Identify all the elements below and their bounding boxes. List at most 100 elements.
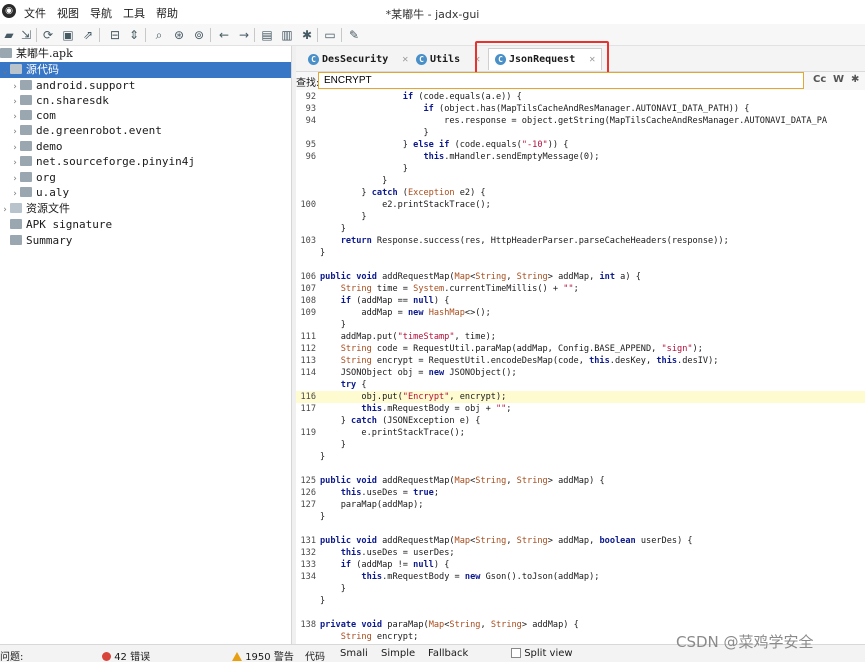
code-text: String encrypt = RequestUtil.encodeDesMa… bbox=[340, 356, 719, 366]
code-line[interactable]: 103 return Response.success(res, HttpHea… bbox=[296, 235, 865, 247]
code-line[interactable]: } catch (Exception e2) { bbox=[296, 187, 865, 199]
tab-desecurity[interactable]: C DesSecurity ✕ bbox=[302, 48, 414, 70]
code-line[interactable]: 127 paraMap(addMap); bbox=[296, 499, 865, 511]
flatten-icon[interactable]: ⊟ bbox=[107, 27, 123, 43]
tree-item-signature[interactable]: APK signature bbox=[0, 217, 291, 233]
code-line[interactable]: } bbox=[296, 451, 865, 463]
tree-item-package[interactable]: › u.aly bbox=[0, 185, 291, 202]
warning-count[interactable]: 1950 警告 bbox=[232, 648, 294, 662]
find-usage-icon[interactable]: ⊚ bbox=[191, 27, 207, 43]
tree-item-source[interactable]: ⌄ 源代码 bbox=[0, 62, 291, 79]
code-text: addMap = new HashMap<>(); bbox=[320, 308, 491, 318]
code-line[interactable]: 132 this.useDes = userDes; bbox=[296, 547, 865, 559]
code-line[interactable]: } bbox=[296, 595, 865, 607]
code-line[interactable]: } bbox=[296, 439, 865, 451]
code-line[interactable]: 114 JSONObject obj = new JSONObject(); bbox=[296, 367, 865, 379]
code-line[interactable]: } bbox=[296, 583, 865, 595]
match-case-toggle[interactable]: Cc bbox=[813, 74, 826, 85]
code-line[interactable] bbox=[296, 463, 865, 475]
split-view-toggle[interactable]: Split view bbox=[511, 648, 573, 659]
tree-item-package[interactable]: › de.greenrobot.event bbox=[0, 123, 291, 140]
sync-icon[interactable]: ⟳ bbox=[40, 27, 56, 43]
close-icon[interactable]: ✕ bbox=[402, 54, 408, 65]
tree-item-package[interactable]: › org bbox=[0, 170, 291, 186]
code-line[interactable]: 131 public void addRequestMap(Map<String,… bbox=[296, 535, 865, 547]
save-all-icon[interactable]: ⇲ bbox=[18, 27, 34, 43]
code-line[interactable]: 93 if (object.has(MapTilsCacheAndResMana… bbox=[296, 103, 865, 115]
code-line[interactable]: 100 e2.printStackTrace(); bbox=[296, 199, 865, 211]
code-line[interactable]: } bbox=[296, 247, 865, 259]
code-line[interactable]: try { bbox=[296, 379, 865, 391]
code-line[interactable]: } catch (JSONException e) { bbox=[296, 415, 865, 427]
chevron-right-icon[interactable]: › bbox=[10, 124, 20, 140]
search-icon[interactable]: ⌕ bbox=[151, 27, 167, 43]
checkbox[interactable] bbox=[511, 648, 521, 658]
code-line[interactable]: 108 if (addMap == null) { bbox=[296, 295, 865, 307]
code-line[interactable]: } bbox=[296, 211, 865, 223]
code-line[interactable]: 95 } else if (code.equals("-10")) { bbox=[296, 139, 865, 151]
tree-item-package[interactable]: › demo bbox=[0, 139, 291, 155]
chevron-right-icon[interactable]: › bbox=[0, 202, 10, 218]
code-line[interactable]: 111 addMap.put("timeStamp", time); bbox=[296, 331, 865, 343]
view-tab-code[interactable]: 代码 bbox=[305, 648, 325, 662]
tree-item-package[interactable]: › com bbox=[0, 108, 291, 124]
warning-count-label: 1950 警告 bbox=[245, 652, 294, 662]
view-tab-fallback[interactable]: Fallback bbox=[428, 648, 468, 659]
tree-item-summary[interactable]: Summary bbox=[0, 233, 291, 249]
tree-item-resources[interactable]: › 资源文件 bbox=[0, 201, 291, 218]
code-line[interactable]: 138 private void paraMap(Map<String, Stri… bbox=[296, 619, 865, 631]
chevron-right-icon[interactable]: › bbox=[10, 186, 20, 202]
open-icon[interactable]: ▰ bbox=[1, 27, 17, 43]
code-line[interactable]: } bbox=[296, 127, 865, 139]
expand-icon[interactable]: ⇕ bbox=[126, 27, 142, 43]
tree-item-package[interactable]: › cn.sharesdk bbox=[0, 93, 291, 109]
code-line[interactable]: 94 res.response = object.getString(MapTi… bbox=[296, 115, 865, 127]
line-number: 96 bbox=[305, 152, 316, 162]
code-line[interactable]: 117 this.mRequestBody = obj + ""; bbox=[296, 403, 865, 415]
code-line[interactable]: 107 String time = System.currentTimeMill… bbox=[296, 283, 865, 295]
deobfuscation-icon[interactable]: ▤ bbox=[259, 27, 275, 43]
code-line[interactable] bbox=[296, 259, 865, 271]
tree-item-package[interactable]: › net.sourceforge.pinyin4j bbox=[0, 154, 291, 171]
code-line[interactable] bbox=[296, 523, 865, 535]
regex-toggle[interactable]: ✱ bbox=[851, 74, 859, 85]
code-line[interactable]: 134 this.mRequestBody = new Gson().toJso… bbox=[296, 571, 865, 583]
back-icon[interactable]: ← bbox=[216, 27, 232, 43]
code-line[interactable]: 133 if (addMap != null) { bbox=[296, 559, 865, 571]
code-line[interactable]: 119 e.printStackTrace(); bbox=[296, 427, 865, 439]
whole-word-toggle[interactable]: W bbox=[833, 74, 844, 85]
preferences-icon[interactable]: ▭ bbox=[322, 27, 338, 43]
chevron-down-icon[interactable]: ⌄ bbox=[0, 63, 10, 79]
code-editor[interactable]: 92 if (code.equals(a.e)) {93 if (object.… bbox=[296, 90, 865, 644]
search-input[interactable] bbox=[318, 72, 804, 89]
code-line[interactable] bbox=[296, 607, 865, 619]
code-line[interactable]: 106 public void addRequestMap(Map<String,… bbox=[296, 271, 865, 283]
chevron-right-icon[interactable]: › bbox=[10, 155, 20, 171]
code-line[interactable]: } bbox=[296, 223, 865, 235]
code-line[interactable]: } bbox=[296, 163, 865, 175]
code-line[interactable]: 92 if (code.equals(a.e)) { bbox=[296, 91, 865, 103]
code-line[interactable]: 113 String encrypt = RequestUtil.encodeD… bbox=[296, 355, 865, 367]
forward-icon[interactable]: → bbox=[236, 27, 252, 43]
code-line[interactable]: 126 this.useDes = true; bbox=[296, 487, 865, 499]
code-line[interactable]: 96 this.mHandler.sendEmptyMessage(0); bbox=[296, 151, 865, 163]
code-line[interactable]: 109 addMap = new HashMap<>(); bbox=[296, 307, 865, 319]
find-class-icon[interactable]: ⊛ bbox=[171, 27, 187, 43]
tree-root[interactable]: 某嘟牛.apk bbox=[0, 46, 291, 62]
code-line[interactable]: 125 public void addRequestMap(Map<String,… bbox=[296, 475, 865, 487]
code-line[interactable]: 112 String code = RequestUtil.paraMap(ad… bbox=[296, 343, 865, 355]
error-count[interactable]: 42 错误 bbox=[102, 648, 150, 662]
view-tab-smali[interactable]: Smali bbox=[340, 648, 368, 659]
code-line[interactable]: } bbox=[296, 175, 865, 187]
save-icon[interactable]: ▣ bbox=[60, 27, 76, 43]
export-icon[interactable]: ⇗ bbox=[80, 27, 96, 43]
debug-icon[interactable]: ✱ bbox=[299, 27, 315, 43]
code-line[interactable]: } bbox=[296, 511, 865, 523]
view-tab-simple[interactable]: Simple bbox=[381, 648, 415, 659]
wrench-icon[interactable]: ✎ bbox=[346, 27, 362, 43]
line-number: 133 bbox=[300, 560, 316, 570]
code-line[interactable]: 116 obj.put("Encrypt", encrypt); bbox=[296, 391, 865, 403]
tree-item-package[interactable]: › android.support bbox=[0, 78, 291, 94]
log-icon[interactable]: ▥ bbox=[279, 27, 295, 43]
code-line[interactable]: } bbox=[296, 319, 865, 331]
